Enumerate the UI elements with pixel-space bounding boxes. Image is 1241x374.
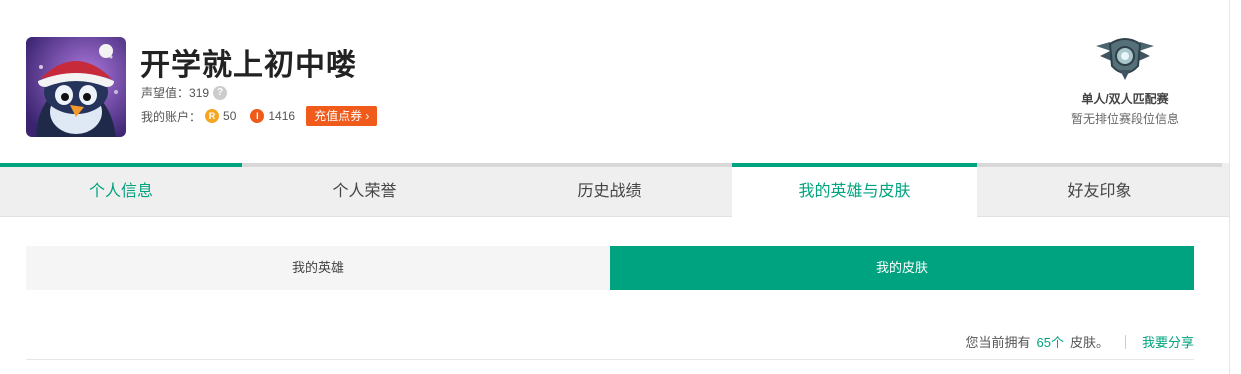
rank-status: 暂无排位赛段位信息 xyxy=(1070,112,1179,126)
sub-tabs: 我的英雄 我的皮肤 xyxy=(26,246,1194,290)
tab-personal-info[interactable]: 个人信息 xyxy=(0,163,242,217)
rank-panel: 单人/双人匹配赛 暂无排位赛段位信息 xyxy=(1040,36,1210,127)
skin-count-info: 您当前拥有 65个 皮肤。 我要分享 xyxy=(965,332,1194,351)
reputation: 声望值： 319 ? xyxy=(141,84,228,101)
main-tabs: 个人信息 个人荣誉 历史战绩 我的英雄与皮肤 好友印象 xyxy=(0,163,1229,217)
help-icon[interactable]: ? xyxy=(213,85,228,100)
subtab-my-skins[interactable]: 我的皮肤 xyxy=(610,246,1194,290)
account-label: 我的账户： xyxy=(141,109,202,124)
divider xyxy=(1124,334,1126,349)
profile-header: 开学就上初中喽 声望值： 319 ? 我的账户： R 50 I 1416 充值点… xyxy=(0,0,1229,163)
section-divider xyxy=(26,359,1194,360)
page-right-border xyxy=(1229,0,1230,374)
queue-title: 单人/双人匹配赛 xyxy=(1081,92,1169,106)
tab-honors[interactable]: 个人荣誉 xyxy=(242,163,487,217)
tab-heroes-skins[interactable]: 我的英雄与皮肤 xyxy=(732,163,977,217)
skin-count: 65个 xyxy=(1036,335,1064,350)
tab-friend-impressions[interactable]: 好友印象 xyxy=(977,163,1222,217)
share-link[interactable]: 我要分享 xyxy=(1142,332,1194,351)
rank-emblem-icon xyxy=(1096,38,1154,80)
skin-count-prefix: 您当前拥有 xyxy=(965,335,1031,350)
rp-balance: 50 xyxy=(223,109,237,123)
reputation-value: 319 xyxy=(189,85,210,100)
penguin-avatar-image xyxy=(26,37,126,137)
ip-balance: 1416 xyxy=(268,109,296,123)
rp-coin-icon: R xyxy=(205,109,220,123)
recharge-button[interactable]: 充值点券 › xyxy=(306,106,378,126)
avatar[interactable] xyxy=(26,37,126,137)
account-balance: 我的账户： R 50 I 1416 充值点券 › xyxy=(141,106,378,126)
reputation-label: 声望值： xyxy=(141,86,190,100)
summoner-name: 开学就上初中喽 xyxy=(140,49,357,82)
tab-match-history[interactable]: 历史战绩 xyxy=(487,163,732,217)
subtab-my-heroes[interactable]: 我的英雄 xyxy=(26,246,610,290)
ip-coin-icon: I xyxy=(250,109,265,123)
skin-count-suffix: 皮肤。 xyxy=(1069,335,1109,350)
